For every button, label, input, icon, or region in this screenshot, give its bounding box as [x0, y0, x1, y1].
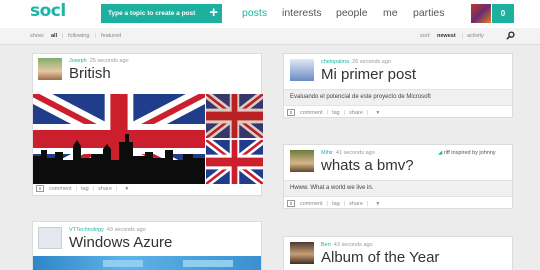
author-avatar[interactable] [290, 59, 314, 81]
nav-parties[interactable]: parties [413, 7, 445, 19]
author-avatar[interactable] [38, 227, 62, 249]
post-author[interactable]: VTTechnology [69, 227, 104, 233]
share-link[interactable]: share [349, 201, 363, 207]
comment-count: 0 [36, 185, 44, 192]
more-chevron-icon[interactable]: ▼ [124, 186, 129, 192]
sort-newest[interactable]: newest [437, 33, 456, 39]
post-meta: Joseph 25 seconds ago [69, 58, 129, 64]
post-body: Hwww. What a world we live in. [290, 185, 374, 191]
post-body: Evaluando el potencial de este proyecto … [290, 94, 431, 100]
user-avatar[interactable] [471, 4, 491, 23]
post-time: 43 seconds ago [333, 242, 373, 248]
post-author[interactable]: Mihir [321, 150, 333, 156]
sort-label: sort: [420, 33, 431, 39]
post-author[interactable]: chelopalma [321, 59, 349, 65]
post-actions: 0 comment | tag | share | ▼ [36, 185, 129, 192]
nav-posts[interactable]: posts [242, 7, 267, 19]
post-author[interactable]: Joseph [69, 58, 87, 64]
post-title[interactable]: Windows Azure [69, 234, 172, 251]
post-author[interactable]: Ben [321, 242, 331, 248]
post-meta: Ben 43 seconds ago [321, 242, 373, 248]
filter-separator: | [95, 33, 97, 39]
tag-link[interactable]: tag [81, 186, 89, 192]
filter-following[interactable]: following [68, 33, 89, 39]
more-chevron-icon[interactable]: ▼ [375, 201, 380, 207]
union-jack-image[interactable] [33, 94, 263, 184]
comment-count: 0 [287, 109, 295, 116]
share-link[interactable]: share [98, 186, 112, 192]
more-chevron-icon[interactable]: ▼ [375, 110, 380, 116]
tag-link[interactable]: tag [332, 201, 340, 207]
filter-bar: show: all | following | featured sort: n… [0, 28, 540, 45]
filter-featured[interactable]: featured [101, 33, 121, 39]
notification-count[interactable]: 0 [492, 4, 514, 23]
nav-interests[interactable]: interests [282, 7, 322, 19]
sort-activity[interactable]: activity [467, 33, 484, 39]
riff-icon: ◢ [438, 150, 443, 156]
comment-link[interactable]: comment [300, 201, 323, 207]
show-label: show: [30, 33, 45, 39]
post-title[interactable]: Album of the Year [321, 249, 439, 266]
author-avatar[interactable] [38, 58, 62, 80]
comment-count: 0 [287, 200, 295, 207]
socl-logo[interactable]: socl [30, 1, 66, 21]
search-icon[interactable] [506, 31, 515, 40]
sort-separator: | [462, 33, 464, 39]
comment-link[interactable]: comment [300, 110, 323, 116]
post-title[interactable]: whats a bmv? [321, 157, 414, 174]
filter-separator: | [62, 33, 64, 39]
nav-me[interactable]: me [383, 7, 398, 19]
filter-all[interactable]: all [51, 33, 57, 39]
post-meta: Mihir 41 seconds ago [321, 150, 375, 156]
plus-icon: + [209, 4, 218, 21]
post-card-mi-primer-post[interactable]: chelopalma 26 seconds ago Mi primer post … [283, 53, 513, 118]
top-bar: socl Type a topic to create a post + pos… [0, 0, 540, 28]
post-time: 25 seconds ago [89, 58, 129, 64]
post-card-whats-a-bmv[interactable]: Mihir 41 seconds ago ◢ riff inspired by j… [283, 144, 513, 209]
post-meta: VTTechnology 43 seconds ago [69, 227, 146, 233]
create-post-button[interactable]: Type a topic to create a post + [101, 4, 222, 23]
author-avatar[interactable] [290, 150, 314, 172]
post-title[interactable]: British [69, 65, 111, 82]
create-post-label: Type a topic to create a post [108, 10, 196, 17]
post-title[interactable]: Mi primer post [321, 66, 416, 83]
post-meta: chelopalma 26 seconds ago [321, 59, 391, 65]
post-card-windows-azure[interactable]: VTTechnology 43 seconds ago Windows Azure [32, 221, 262, 270]
post-card-album-of-the-year[interactable]: Ben 43 seconds ago Album of the Year [283, 236, 513, 270]
post-actions: 0 comment | tag | share | ▼ [287, 109, 380, 116]
post-time: 41 seconds ago [335, 150, 375, 156]
riff-badge[interactable]: ◢ riff inspired by johnny [438, 150, 496, 156]
nav-people[interactable]: people [336, 7, 368, 19]
post-time: 26 seconds ago [352, 59, 391, 65]
author-avatar[interactable] [290, 242, 314, 264]
tag-link[interactable]: tag [332, 110, 340, 116]
post-time: 43 seconds ago [106, 227, 146, 233]
azure-screenshot-image[interactable] [33, 256, 261, 270]
post-card-british[interactable]: Joseph 25 seconds ago British 0 comment | … [32, 53, 263, 196]
comment-link[interactable]: comment [49, 186, 72, 192]
share-link[interactable]: share [349, 110, 363, 116]
post-actions: 0 comment | tag | share | ▼ [287, 200, 380, 207]
